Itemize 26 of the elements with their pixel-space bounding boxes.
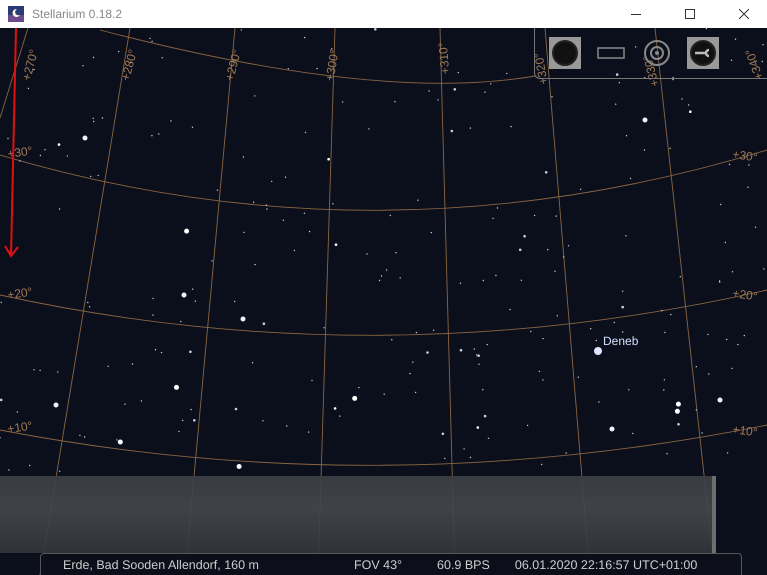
grid-label: +310° <box>436 42 452 75</box>
fps-text: 60.9 BPS <box>437 558 490 572</box>
grid-label: +300° <box>322 48 342 82</box>
disc-icon <box>549 37 581 69</box>
datetime-text: 06.01.2020 22:16:57 UTC+01:00 <box>514 558 698 572</box>
grid-label: +290° <box>222 48 244 82</box>
location-text: Erde, Bad Sooden Allendorf, 160 m <box>63 558 259 572</box>
grid-label: +20° <box>732 286 758 304</box>
grid-label: +280° <box>118 48 140 82</box>
maximize-icon <box>685 9 695 19</box>
grid-label: +30° <box>6 144 34 161</box>
grid-label: +30° <box>732 147 758 164</box>
star-name-label: Deneb <box>603 334 638 348</box>
grid-label: +340° <box>742 47 766 82</box>
close-icon <box>739 9 749 19</box>
disc-button[interactable] <box>549 37 581 69</box>
grid-label: +10° <box>732 422 758 440</box>
grid-label: +270° <box>19 48 42 82</box>
grid-label: +10° <box>6 418 34 436</box>
grid-label: +20° <box>6 284 34 302</box>
fov-text: FOV 43° <box>354 558 402 572</box>
wrench-icon <box>687 37 719 69</box>
app-logo-icon <box>8 6 24 22</box>
window-title: Stellarium 0.18.2 <box>32 7 124 21</box>
wrench-button[interactable] <box>687 37 719 69</box>
grid-label: +320° <box>531 52 551 86</box>
